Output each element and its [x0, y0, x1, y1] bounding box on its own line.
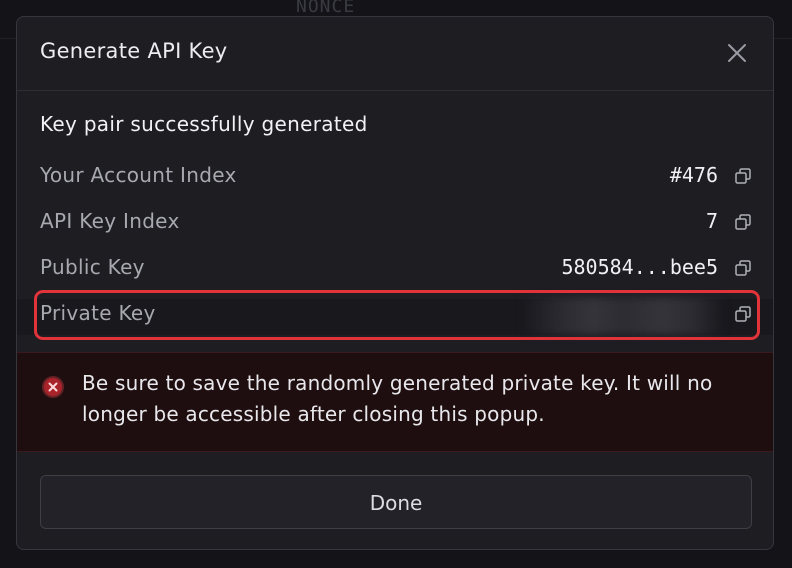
warning-callout: Be sure to save the randomly generated p… — [17, 352, 773, 452]
account-index-label: Your Account Index — [40, 163, 237, 187]
api-key-index-label: API Key Index — [40, 209, 180, 233]
public-key-label: Public Key — [40, 255, 145, 279]
close-icon — [728, 44, 746, 62]
account-index-value: #476 — [669, 163, 718, 187]
background-column-header: NONCE — [296, 0, 356, 17]
public-key-row: Public Key 580584...bee5 — [40, 251, 752, 285]
copy-icon[interactable] — [734, 167, 752, 185]
api-key-index-row: API Key Index 7 — [40, 205, 752, 239]
account-index-row: Your Account Index #476 — [40, 159, 752, 193]
modal-header: Generate API Key — [17, 17, 773, 91]
copy-icon[interactable] — [734, 213, 752, 231]
error-icon — [42, 376, 64, 398]
modal-title: Generate API Key — [40, 39, 228, 63]
done-button[interactable]: Done — [40, 475, 752, 529]
section-title: Key pair successfully generated — [40, 112, 368, 136]
copy-icon[interactable] — [734, 259, 752, 277]
generate-api-key-modal: Generate API Key Key pair successfully g… — [16, 16, 774, 550]
api-key-index-value: 7 — [705, 209, 718, 233]
warning-text: Be sure to save the randomly generated p… — [82, 371, 713, 426]
public-key-value: 580584...bee5 — [561, 255, 718, 279]
close-button[interactable] — [725, 41, 749, 65]
private-key-highlight — [34, 290, 760, 340]
